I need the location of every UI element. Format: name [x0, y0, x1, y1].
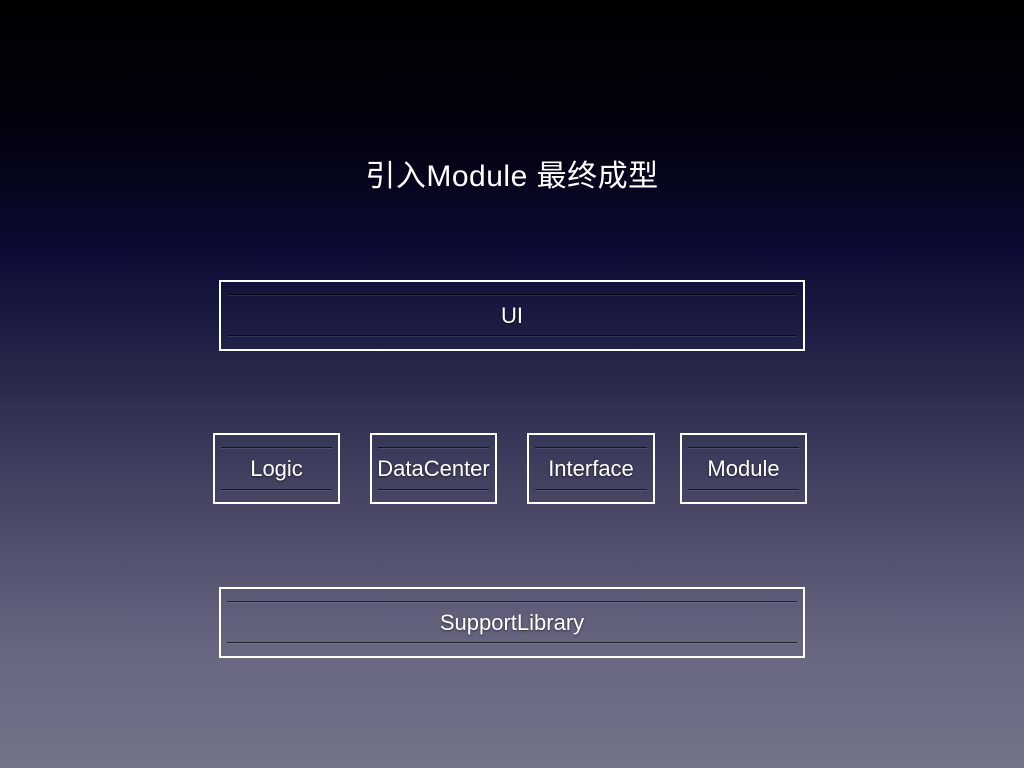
box-inner-rule-top	[227, 601, 797, 602]
slide: 引入Module 最终成型 UI Logic DataCenter Interf…	[0, 0, 1024, 768]
box-inner-rule-top	[378, 447, 489, 448]
box-inner-rule-top	[688, 447, 799, 448]
box-inner-rule-bottom	[221, 489, 332, 490]
logic-label: Logic	[250, 455, 303, 481]
logic-box: Logic	[213, 433, 340, 504]
interface-label: Interface	[548, 455, 634, 481]
box-inner-rule-bottom	[378, 489, 489, 490]
support-library-box: SupportLibrary	[219, 587, 805, 658]
module-box: Module	[680, 433, 807, 504]
box-inner-rule-bottom	[535, 489, 647, 490]
ui-layer-label: UI	[501, 302, 523, 328]
box-inner-rule-bottom	[227, 335, 797, 336]
box-inner-rule-top	[227, 294, 797, 295]
module-label: Module	[707, 455, 780, 481]
box-inner-rule-bottom	[227, 642, 797, 643]
interface-box: Interface	[527, 433, 655, 504]
box-inner-rule-top	[221, 447, 332, 448]
slide-title: 引入Module 最终成型	[365, 160, 659, 193]
datacenter-box: DataCenter	[370, 433, 497, 504]
ui-layer-box: UI	[219, 280, 805, 351]
box-inner-rule-bottom	[688, 489, 799, 490]
box-inner-rule-top	[535, 447, 647, 448]
datacenter-label: DataCenter	[377, 455, 490, 481]
support-library-label: SupportLibrary	[439, 609, 585, 635]
